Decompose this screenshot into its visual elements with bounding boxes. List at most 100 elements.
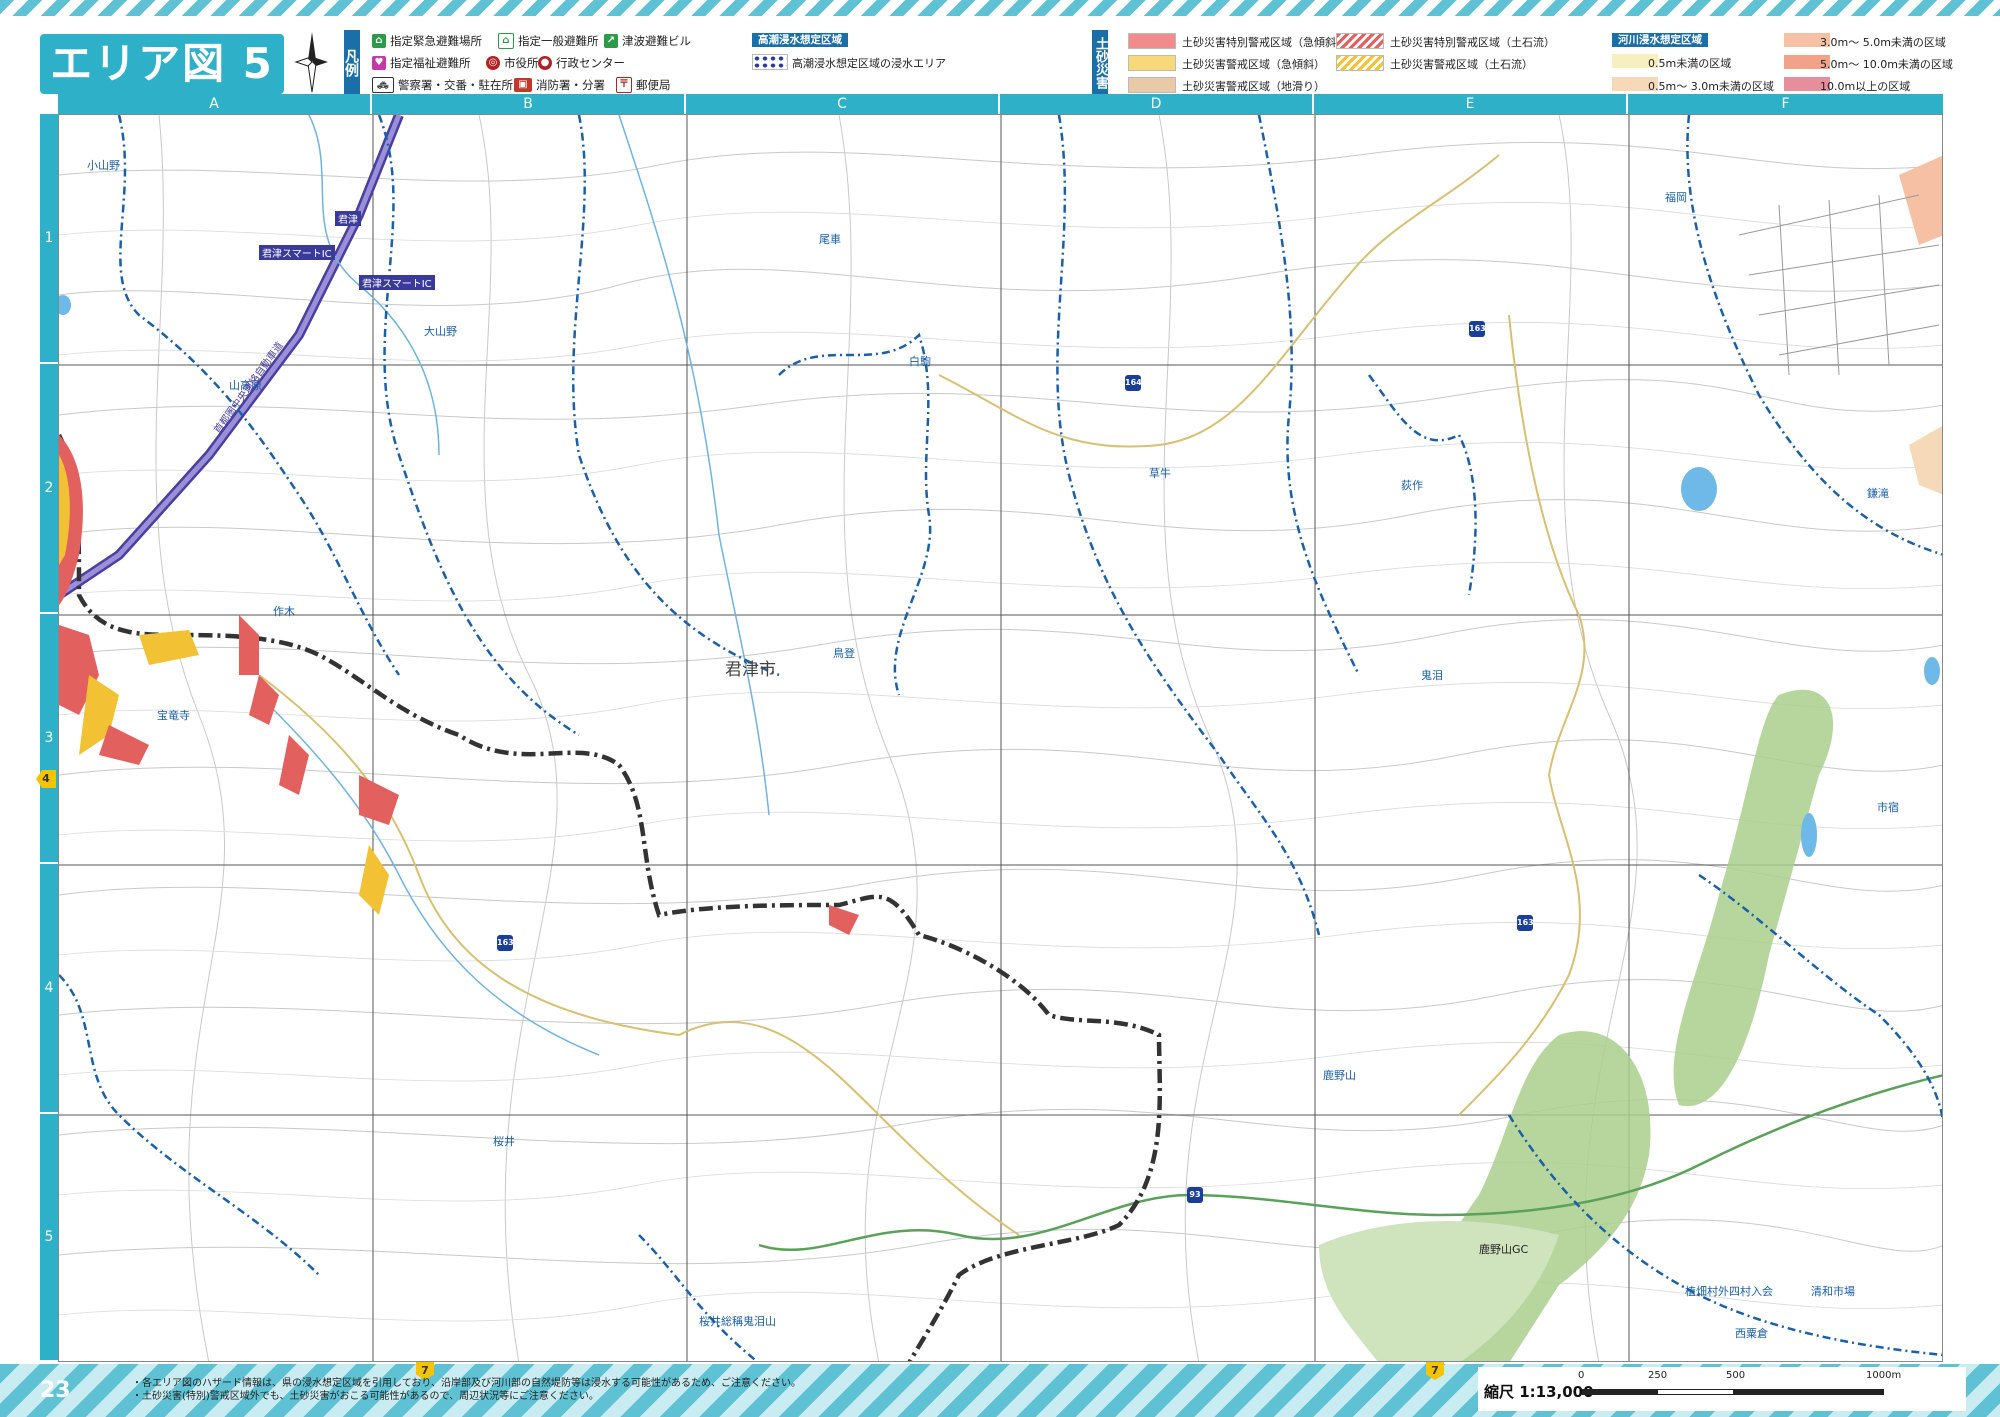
general-shelter-icon: ⌂ <box>498 33 514 49</box>
place-label: 西粟倉 <box>1735 1327 1768 1340</box>
police-icon: 🚓 <box>372 77 394 93</box>
storm-surge-head: 高潮浸水想定区域 <box>752 33 848 47</box>
route-shield: 93 <box>1187 1187 1203 1203</box>
grid-row-1: 1 <box>40 114 58 364</box>
pond <box>1924 657 1940 685</box>
place-label: 桜井総稱鬼泪山 <box>699 1315 776 1328</box>
footer-note: ・土砂災害(特別)警戒区域外でも、土砂災害がおこる可能性があるので、周辺状況等に… <box>132 1391 599 1402</box>
legend-item: ● 行政センター <box>538 55 625 71</box>
sediment-swatch <box>1336 33 1384 49</box>
grid-row-4: 4 <box>40 864 58 1114</box>
storm-surge-swatch <box>752 54 788 70</box>
place-label: 鳥登 <box>833 647 855 660</box>
top-stripe-border <box>0 0 2000 16</box>
post-office-icon: 〒 <box>616 77 632 93</box>
grid-col-f: F <box>1628 94 1943 114</box>
place-label: 宝竜寺 <box>157 709 190 722</box>
city-boundary <box>59 433 1163 1361</box>
scale-tick: 1000m <box>1866 1370 1902 1381</box>
place-label: 鹿野山 <box>1323 1069 1356 1082</box>
place-label: 草牛 <box>1149 467 1171 480</box>
sediment-label: 土砂災害警戒区域（地滑り） <box>1182 80 1325 93</box>
place-label: 荻作 <box>1401 479 1423 492</box>
expressway <box>59 115 404 600</box>
flood-label: 5.0m～ 10.0m未満の区域 <box>1820 58 1953 71</box>
place-label: 白駒 <box>909 355 931 368</box>
scale-line <box>1582 1389 1884 1395</box>
river-flood-head: 河川浸水想定区域 <box>1612 33 1708 47</box>
city-name: 君津市 <box>725 660 776 680</box>
flood-label: 10.0m以上の区域 <box>1820 80 1911 93</box>
roads <box>258 154 1586 1236</box>
flood-area <box>1909 426 1942 495</box>
place-label: 尾車 <box>819 233 841 246</box>
legend-item: ⌂ 指定一般避難所 <box>498 33 599 49</box>
scale-tick: 250 <box>1648 1370 1668 1381</box>
sediment-label: 土砂災害警戒区域（急傾斜） <box>1182 58 1325 71</box>
place-label: 桜井 <box>493 1135 515 1148</box>
grid-row-2: 2 <box>40 364 58 614</box>
city-hall-icon: ◎ <box>486 56 500 70</box>
flood-label: 0.5m未満の区域 <box>1648 57 1732 70</box>
place-label: 植畑村外四村入会 <box>1685 1285 1773 1298</box>
page-title: エリア図 5 <box>40 34 284 94</box>
interchange-label: 君津スマートIC <box>359 275 435 290</box>
route-shield: 163 <box>1517 915 1534 931</box>
legend-item: ▣ 消防署・分署 <box>514 77 605 93</box>
grid-col-d: D <box>1000 94 1314 114</box>
footer-note: ・各エリア図のハザード情報は、県の浸水想定区域を引用しており、沿岸部及び河川部の… <box>132 1378 801 1389</box>
place-label: 大山野 <box>424 325 457 338</box>
place-label: 福岡 <box>1665 191 1687 204</box>
compass-icon <box>294 32 328 93</box>
pond <box>59 295 71 315</box>
sediment-swatch <box>1128 77 1176 93</box>
scale-label: 縮尺 1:13,000 <box>1484 1383 1594 1401</box>
grid-col-e: E <box>1314 94 1628 114</box>
sediment-tag: 土砂災害 <box>1092 30 1108 96</box>
place-label: 鎌滝 <box>1867 487 1889 500</box>
admin-center-icon: ● <box>538 56 552 70</box>
tsunami-building-icon: ↗ <box>604 34 618 48</box>
place-label: 鬼泪 <box>1421 669 1443 682</box>
interchange-label: 君津 <box>335 211 361 226</box>
footer-notes: ・各エリア図のハザード情報は、県の浸水想定区域を引用しており、沿岸部及び河川部の… <box>132 1377 801 1403</box>
flood-label: 0.5m～ 3.0m未満の区域 <box>1648 80 1774 93</box>
scale-bar: 縮尺 1:13,000 0 250 500 1000m <box>1478 1367 1966 1411</box>
scale-tick: 0 <box>1578 1370 1585 1381</box>
grid-row-5: 5 <box>40 1114 58 1362</box>
emergency-shelter-icon: ⌂ <box>372 34 386 48</box>
scale-tick: 500 <box>1726 1370 1746 1381</box>
sediment-swatch <box>1128 55 1176 71</box>
sediment-label: 土砂災害特別警戒区域（土石流） <box>1390 36 1555 49</box>
map-canvas <box>59 115 1942 1361</box>
welfare-shelter-icon: ♥ <box>372 56 386 70</box>
place-label: 清和市場 <box>1811 1285 1855 1298</box>
legend-item: ♥ 指定福祉避難所 <box>372 55 471 71</box>
pond <box>1801 813 1817 857</box>
place-label: 鹿野山GC <box>1479 1243 1529 1256</box>
sediment-swatch <box>1128 33 1176 49</box>
grid-col-b: B <box>372 94 686 114</box>
place-label: 作木 <box>273 605 295 618</box>
hazard-map[interactable]: 小山野 山高原 大山野 尾車 白駒 草牛 荻作 福岡 鎌滝 宝竜寺 作木 鳥登 … <box>58 114 1943 1362</box>
sediment-hazard-zones <box>59 435 859 935</box>
grid-col-c: C <box>686 94 1000 114</box>
golf-course-area <box>1673 689 1834 1107</box>
sediment-swatch <box>1336 55 1384 71</box>
adjacent-page-marker[interactable]: 4 <box>36 770 56 788</box>
legend-item: 🚓 警察署・交番・駐在所 <box>372 77 513 93</box>
flood-label: 3.0m～ 5.0m未満の区域 <box>1820 36 1946 49</box>
green-road <box>758 1074 1942 1251</box>
route-shield: 163 <box>1469 321 1486 337</box>
fire-station-icon: ▣ <box>514 78 532 92</box>
place-label: 市宿 <box>1877 801 1899 814</box>
storm-surge-label: 高潮浸水想定区域の浸水エリア <box>792 57 946 70</box>
sediment-label: 土砂災害警戒区域（土石流） <box>1390 58 1533 71</box>
sediment-label: 土砂災害特別警戒区域（急傾斜） <box>1182 36 1347 49</box>
place-label: 小山野 <box>87 159 120 172</box>
page-number-left: 23 <box>40 1378 71 1403</box>
interchange-label: 君津スマートIC <box>259 245 335 260</box>
grid-row-3: 3 <box>40 614 58 864</box>
legend-item: ⌂ 指定緊急避難場所 <box>372 33 482 49</box>
legend-item: 〒 郵便局 <box>616 77 671 93</box>
